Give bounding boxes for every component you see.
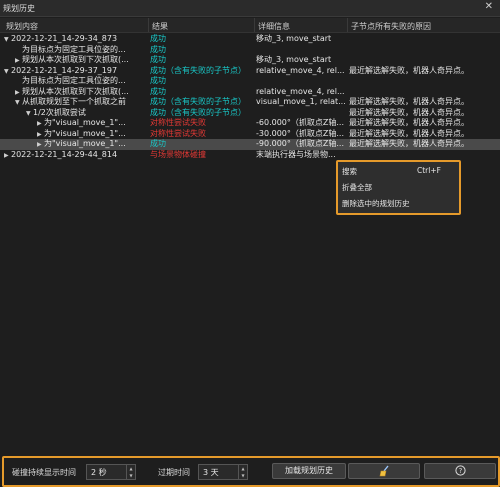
collapsed-arrow-icon[interactable]: ▶ <box>4 151 11 162</box>
row-reason-cell: 最近解选解失败，机器人奇异点。 <box>349 128 469 138</box>
spin-down-icon[interactable]: ▼ <box>127 472 135 479</box>
row-detail-cell: relative_move_4, rel... <box>256 86 345 96</box>
tree-row[interactable]: ▼ 1/2次抓取尝试 成功（含有失败的子节点） 最近解选解失败，机器人奇异点。 <box>0 108 500 119</box>
menu-item-collapse-all[interactable]: 折叠全部 <box>342 182 372 193</box>
help-button[interactable]: ? <box>424 463 496 479</box>
row-detail-cell: visual_move_1, relat... <box>256 97 346 106</box>
title-bar: 规划历史 ✕ <box>0 0 500 17</box>
column-header-reason[interactable]: 子节点所有失败的原因 <box>351 21 431 32</box>
row-content-text: 规划从本次抓取到下次抓取(... <box>22 86 129 96</box>
collision-duration-value: 2 秒 <box>91 468 107 477</box>
menu-item-search[interactable]: 搜索 <box>342 166 357 177</box>
row-content-text: 从抓取规划至下一个抓取之前 <box>22 97 126 106</box>
search-shortcut: Ctrl+F <box>417 166 441 175</box>
spin-up-icon[interactable]: ▲ <box>127 465 135 472</box>
tree-row[interactable]: 为目标点为固定工具位姿的... 成功 <box>0 45 500 56</box>
column-header-result[interactable]: 结果 <box>152 21 168 32</box>
expire-time-label: 过期时间 <box>158 468 190 477</box>
context-menu: 搜索 Ctrl+F 折叠全部 删除选中的规划历史 <box>336 160 461 215</box>
row-result-cell: 对称性尝试失败 <box>150 128 206 138</box>
row-result-cell: 与场景物体碰撞 <box>150 149 206 159</box>
collision-display-label: 碰撞持续显示时间 <box>12 468 76 477</box>
menu-item-delete-selected[interactable]: 删除选中的规划历史 <box>342 198 410 209</box>
svg-text:?: ? <box>458 467 462 475</box>
row-result-cell: 成功（含有失败的子节点） <box>150 107 246 117</box>
row-detail-cell: 移动_3, move_start <box>256 55 332 64</box>
row-reason-cell: 最近解选解失败，机器人奇异点。 <box>349 65 469 75</box>
row-content-text: 规划从本次抓取到下次抓取(... <box>22 55 129 64</box>
row-content-text: 2022-12-21_14-29-34_873 <box>11 34 118 43</box>
row-content-text: 2022-12-21_14-29-44_814 <box>11 149 118 159</box>
row-content-cell: 为目标点为固定工具位姿的... <box>4 76 157 87</box>
row-reason-cell: 最近解选解失败，机器人奇异点。 <box>349 118 469 127</box>
tree-row[interactable]: ▶ 为"visual_move_1"... 对称性尝试失败 -30.000°（抓取点Z… <box>0 129 500 140</box>
column-header-detail[interactable]: 详细信息 <box>258 21 290 32</box>
column-header: 规划内容 结果 详细信息 子节点所有失败的原因 <box>0 18 500 33</box>
row-detail-cell: 移动_3, move_start <box>256 34 332 43</box>
tree-row[interactable]: ▶ 规划从本次抓取到下次抓取(... 成功 relative_move_4, rel.… <box>0 87 500 98</box>
row-reason-cell: 最近解选解失败，机器人奇异点。 <box>349 139 469 148</box>
expire-time-spinbox[interactable]: 3 天 ▲ ▼ <box>198 464 248 480</box>
help-icon: ? <box>454 465 466 476</box>
load-history-button[interactable]: 加载规划历史 <box>272 463 346 479</box>
tree-row[interactable]: ▶ 为"visual_move_1"... 对称性尝试失败 -60.000°（抓取点Z… <box>0 118 500 129</box>
row-detail-cell: -90.000°（抓取点Z轴... <box>256 139 344 148</box>
row-content-text: 为目标点为固定工具位姿的... <box>22 44 126 54</box>
collision-duration-spinbox[interactable]: 2 秒 ▲ ▼ <box>86 464 136 480</box>
row-content-text: 1/2次抓取尝试 <box>33 107 86 117</box>
expire-time-value: 3 天 <box>203 468 219 477</box>
row-result-cell: 对称性尝试失败 <box>150 118 206 127</box>
broom-icon <box>379 465 389 476</box>
tree-row[interactable]: ▶ 规划从本次抓取到下次抓取(... 成功 移动_3, move_start <box>0 55 500 66</box>
row-content-text: 2022-12-21_14-29-37_197 <box>11 65 118 75</box>
row-reason-cell: 最近解选解失败，机器人奇异点。 <box>349 107 469 117</box>
row-content-cell: ▶ 2022-12-21_14-29-44_814 <box>4 150 146 162</box>
tree-row[interactable]: ▼ 2022-12-21_14-29-34_873 成功 移动_3, move_sta… <box>0 34 500 45</box>
row-reason-cell: 最近解选解失败，机器人奇异点。 <box>349 97 469 106</box>
tree-row[interactable]: ▶ 为"visual_move_1"... 成功 -90.000°（抓取点Z轴... 最… <box>0 139 500 150</box>
tree-row[interactable]: ▼ 从抓取规划至下一个抓取之前 成功（含有失败的子节点） visual_move_1,… <box>0 97 500 108</box>
row-detail-cell: 末端执行器与场景物... <box>256 149 336 159</box>
clean-button[interactable] <box>348 463 420 479</box>
tree-row[interactable]: ▼ 2022-12-21_14-29-37_197 成功（含有失败的子节点） rela… <box>0 66 500 77</box>
spin-down-icon[interactable]: ▼ <box>239 472 247 479</box>
row-detail-cell: relative_move_4, rel... <box>256 65 345 75</box>
footer-toolbar: 碰撞持续显示时间 2 秒 ▲ ▼ 过期时间 3 天 ▲ ▼ 加载规划历史 ? <box>2 456 500 487</box>
row-detail-cell: -30.000°（抓取点Z轴... <box>256 128 344 138</box>
row-result-cell: 成功 <box>150 86 166 96</box>
tree-row[interactable]: ▶ 2022-12-21_14-29-44_814 与场景物体碰撞 末端执行器与场景物… <box>0 150 500 161</box>
row-result-cell: 成功（含有失败的子节点） <box>150 97 246 106</box>
row-result-cell: 成功 <box>150 44 166 54</box>
row-content-text: 为目标点为固定工具位姿的... <box>22 76 126 85</box>
spin-up-icon[interactable]: ▲ <box>239 465 247 472</box>
row-detail-cell: -60.000°（抓取点Z轴... <box>256 118 344 127</box>
row-result-cell: 成功（含有失败的子节点） <box>150 65 246 75</box>
row-result-cell: 成功 <box>150 34 166 43</box>
row-result-cell: 成功 <box>150 76 166 85</box>
row-result-cell: 成功 <box>150 55 166 64</box>
close-icon[interactable]: ✕ <box>485 1 493 12</box>
tree-row[interactable]: 为目标点为固定工具位姿的... 成功 <box>0 76 500 87</box>
row-result-cell: 成功 <box>150 139 166 148</box>
row-content-text: 为"visual_move_1"... <box>44 118 126 127</box>
row-content-cell: 为目标点为固定工具位姿的... <box>4 45 157 56</box>
row-content-text: 为"visual_move_1"... <box>44 128 126 138</box>
window-title: 规划历史 <box>3 4 35 13</box>
column-header-content[interactable]: 规划内容 <box>6 21 38 32</box>
row-content-text: 为"visual_move_1"... <box>44 139 126 148</box>
